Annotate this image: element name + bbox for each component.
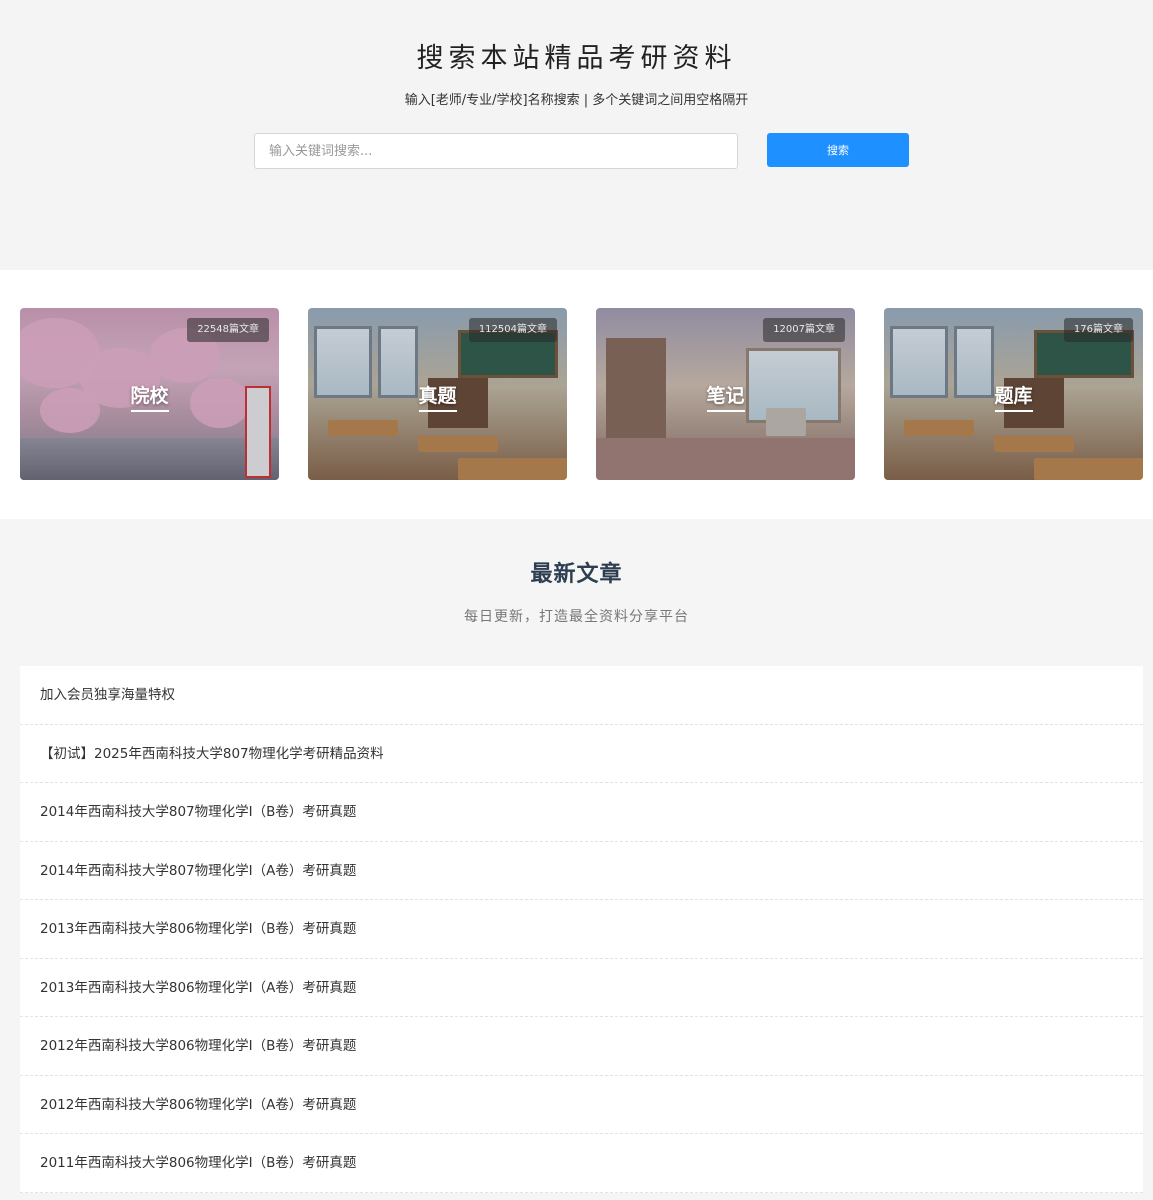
article-count-badge: 176篇文章 — [1063, 318, 1133, 342]
list-item[interactable]: 2014年西南科技大学807物理化学Ⅰ（B卷）考研真题 — [20, 783, 1143, 842]
category-card-schools[interactable]: 22548篇文章 院校 — [20, 308, 279, 480]
category-card-exams[interactable]: 112504篇文章 真题 — [308, 308, 567, 480]
label-underline — [418, 410, 457, 412]
list-item[interactable]: 2012年西南科技大学806物理化学Ⅰ（B卷）考研真题 — [20, 1017, 1143, 1076]
list-item[interactable]: 加入会员独享海量特权 — [20, 666, 1143, 725]
category-label: 真题 — [418, 385, 457, 407]
latest-articles-subtitle: 每日更新，打造最全资料分享平台 — [464, 609, 689, 625]
category-card-question-bank[interactable]: 176篇文章 题库 — [884, 308, 1143, 480]
search-input[interactable] — [254, 133, 738, 169]
list-item[interactable]: 2012年西南科技大学806物理化学Ⅰ（A卷）考研真题 — [20, 1076, 1143, 1134]
list-item[interactable]: 2014年西南科技大学807物理化学Ⅰ（A卷）考研真题 — [20, 842, 1143, 900]
search-hint: 输入[老师/专业/学校]名称搜索 | 多个关键词之间用空格隔开 — [404, 93, 749, 108]
article-list: 加入会员独享海量特权 【初试】2025年西南科技大学807物理化学考研精品资料 … — [20, 666, 1143, 1193]
label-underline — [994, 410, 1033, 412]
category-label: 题库 — [994, 385, 1033, 407]
list-item[interactable]: 2011年西南科技大学806物理化学Ⅰ（B卷）考研真题 — [20, 1134, 1143, 1193]
latest-articles-heading: 最新文章 — [530, 562, 623, 587]
list-item[interactable]: 2013年西南科技大学806物理化学Ⅰ（B卷）考研真题 — [20, 900, 1143, 959]
category-card-notes[interactable]: 12007篇文章 笔记 — [596, 308, 855, 480]
list-item[interactable]: 2013年西南科技大学806物理化学Ⅰ（A卷）考研真题 — [20, 959, 1143, 1017]
category-label: 笔记 — [706, 385, 745, 407]
label-underline — [706, 410, 745, 412]
search-hero: 搜索本站精品考研资料 输入[老师/专业/学校]名称搜索 | 多个关键词之间用空格… — [0, 0, 1153, 270]
label-underline — [130, 410, 169, 412]
article-count-badge: 112504篇文章 — [468, 318, 557, 342]
search-button[interactable]: 搜索 — [767, 133, 909, 167]
category-label: 院校 — [130, 385, 169, 407]
list-item[interactable]: 【初试】2025年西南科技大学807物理化学考研精品资料 — [20, 725, 1143, 783]
article-count-badge: 22548篇文章 — [187, 318, 269, 342]
page-title: 搜索本站精品考研资料 — [416, 43, 737, 74]
category-section: 22548篇文章 院校 112504篇文章 真题 12007篇文章 笔记 176… — [0, 270, 1153, 519]
article-count-badge: 12007篇文章 — [763, 318, 845, 342]
